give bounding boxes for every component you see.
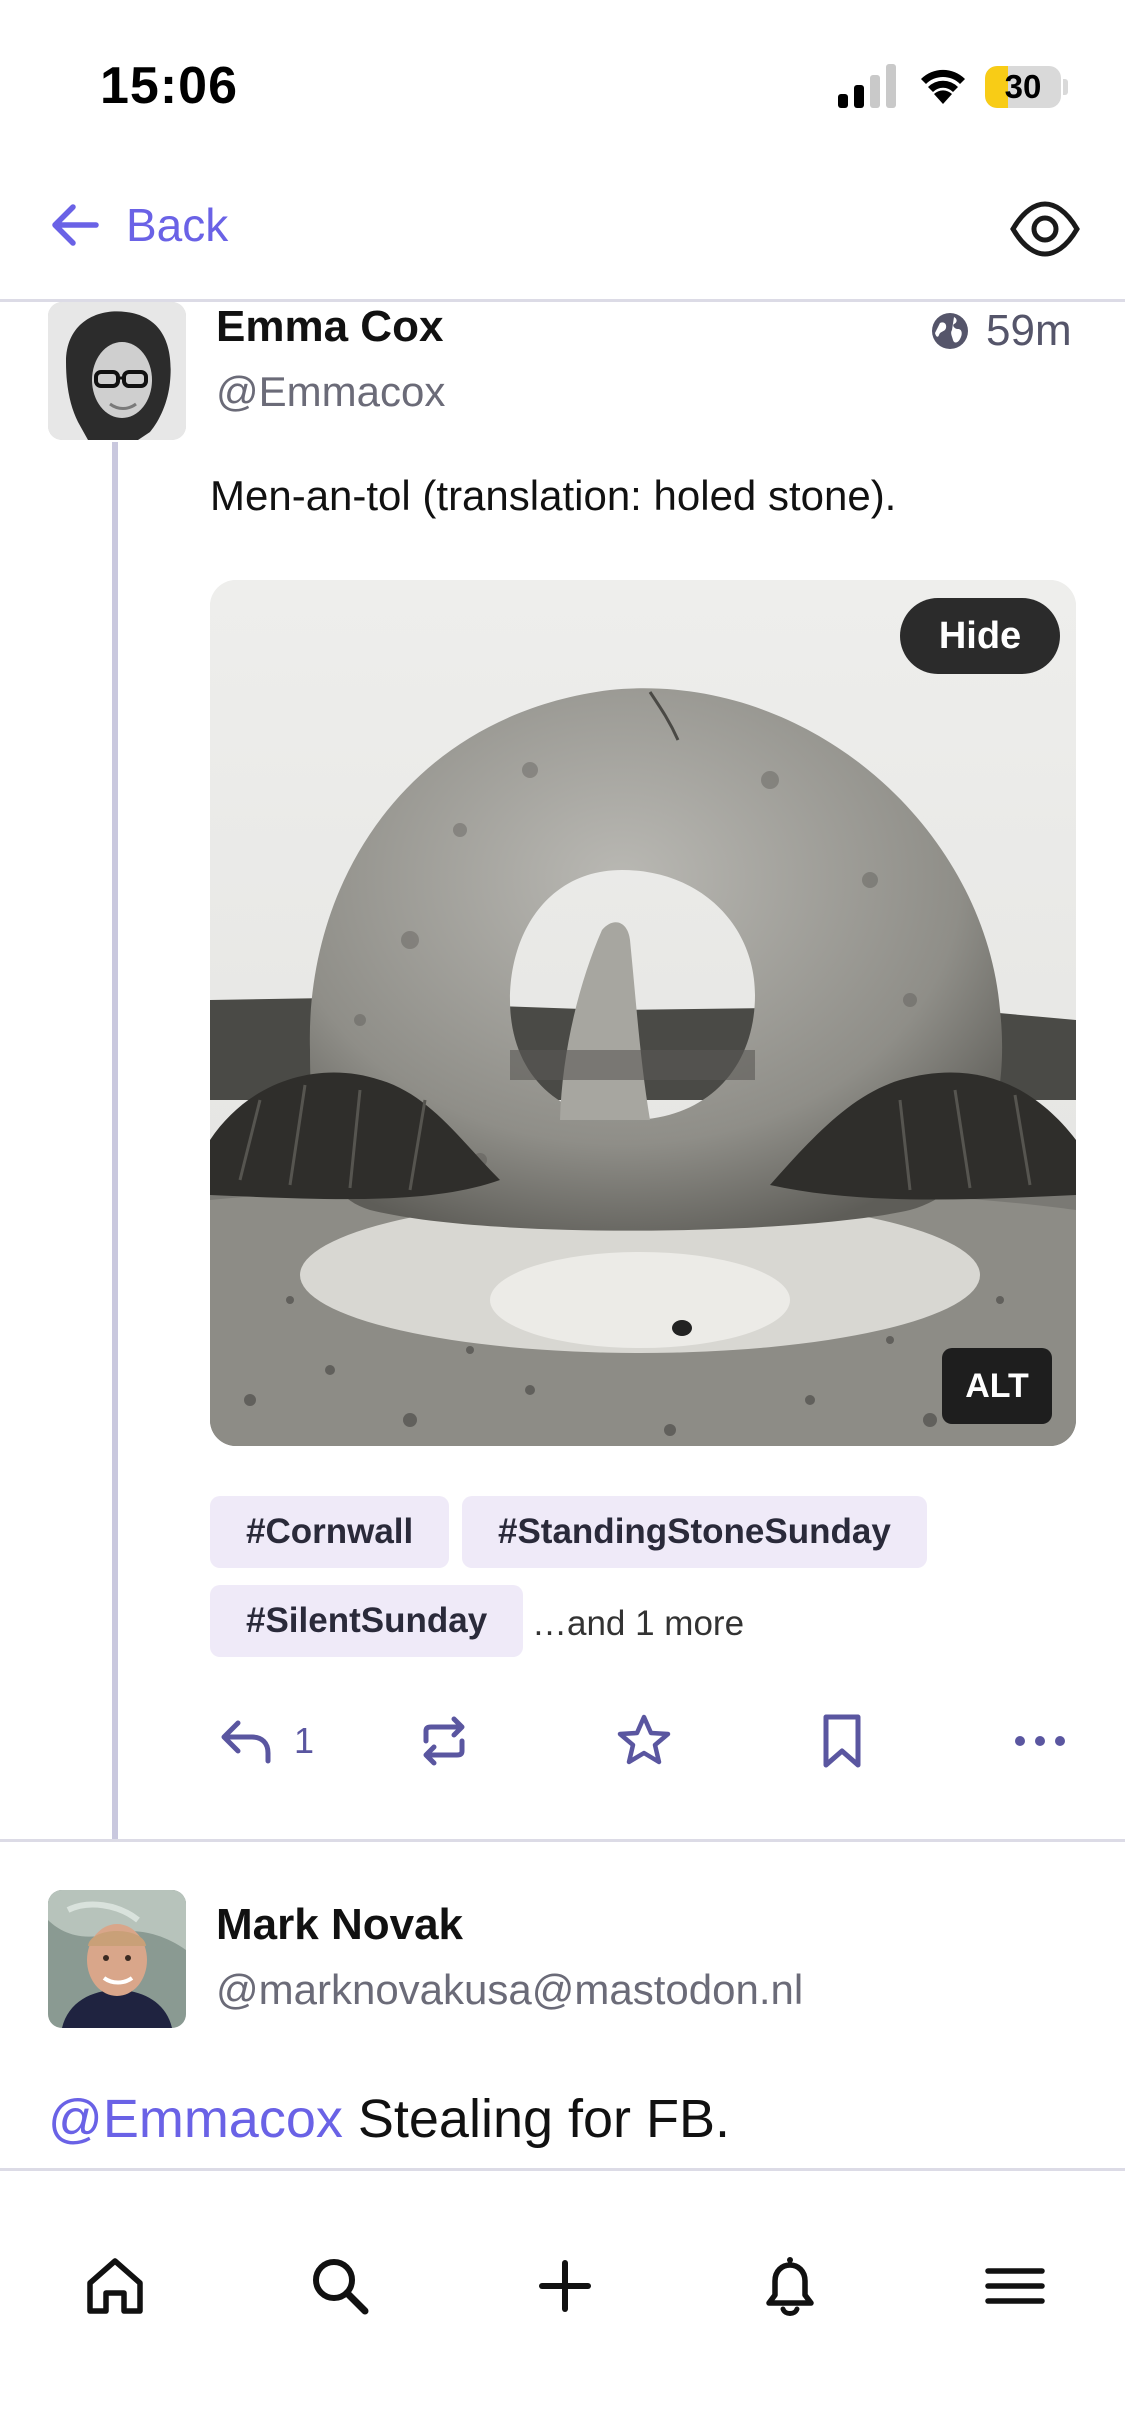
post-divider [0,1839,1125,1842]
reply-text: @Emmacox Stealing for FB. [48,2088,730,2150]
hashtag-standingstonesunday[interactable]: #StandingStoneSunday [462,1496,927,1568]
author-handle[interactable]: @Emmacox [216,368,445,416]
avatar-mark-image [48,1890,186,2028]
avatar[interactable] [48,302,186,440]
hide-media-button[interactable]: Hide [900,598,1060,674]
reply-author-handle[interactable]: @marknovakusa@mastodon.nl [216,1966,803,2014]
hashtag-silentsunday[interactable]: #SilentSunday [210,1585,524,1657]
reply-author-name[interactable]: Mark Novak [216,1900,463,1950]
tab-compose[interactable] [530,2251,600,2321]
battery-nub [1063,79,1068,95]
eye-icon[interactable] [1010,194,1080,264]
bell-icon [766,2257,814,2316]
post-text: Men-an-tol (translation: holed stone). [210,472,897,519]
more-tags-link[interactable]: …and 1 more [532,1604,744,1644]
reply-count: 1 [294,1720,315,1761]
boost-icon [423,1716,465,1766]
author-name[interactable]: Emma Cox [216,302,443,352]
reply-text-body: Stealing for FB. [342,2089,731,2149]
reply-button[interactable]: 1 [216,1706,314,1776]
bookmark-button[interactable] [812,1706,872,1776]
time-ago: 59m [986,306,1072,355]
wifi-icon [921,69,965,104]
back-label: Back [126,199,229,251]
tab-home[interactable] [80,2251,150,2321]
home-icon [87,2258,143,2314]
menu-icon [985,2268,1045,2304]
plus-icon [539,2260,591,2312]
bookmark-icon [823,1714,861,1768]
post-media[interactable]: Hide ALT [210,580,1076,1446]
avatar[interactable] [48,1890,186,2028]
more-options-button[interactable] [1010,1706,1070,1776]
battery-level: 30 [1004,68,1042,105]
globe-icon [932,313,968,349]
boost-button[interactable] [414,1706,474,1776]
top-nav: Back [0,150,1125,302]
alt-text-badge[interactable]: ALT [942,1348,1052,1424]
reply-icon [221,1720,271,1764]
hashtag-cornwall[interactable]: #Cornwall [210,1496,450,1568]
star-icon [617,1714,671,1765]
tab-menu[interactable] [980,2251,1050,2321]
men-an-tol-photo [210,580,1076,1446]
search-icon [313,2259,369,2315]
tab-notifications[interactable] [755,2251,825,2321]
status-bar: 15:06 30 [0,0,1125,150]
avatar-emma-image [48,302,186,440]
tab-search[interactable] [305,2251,375,2321]
bottom-tab-bar [0,2168,1125,2436]
battery-body: 30 [985,66,1061,108]
mention-link[interactable]: @Emmacox [48,2089,343,2149]
status-time: 15:06 [100,57,238,115]
thread-line [112,442,118,1839]
cellular-signal-icon [838,64,896,108]
favourite-button[interactable] [614,1706,674,1776]
arrow-left-icon [52,204,99,246]
back-button[interactable]: Back [48,190,228,260]
more-icon [1015,1736,1065,1746]
battery-indicator: 30 [985,66,1068,108]
post-timestamp[interactable]: 59m [930,306,1072,356]
